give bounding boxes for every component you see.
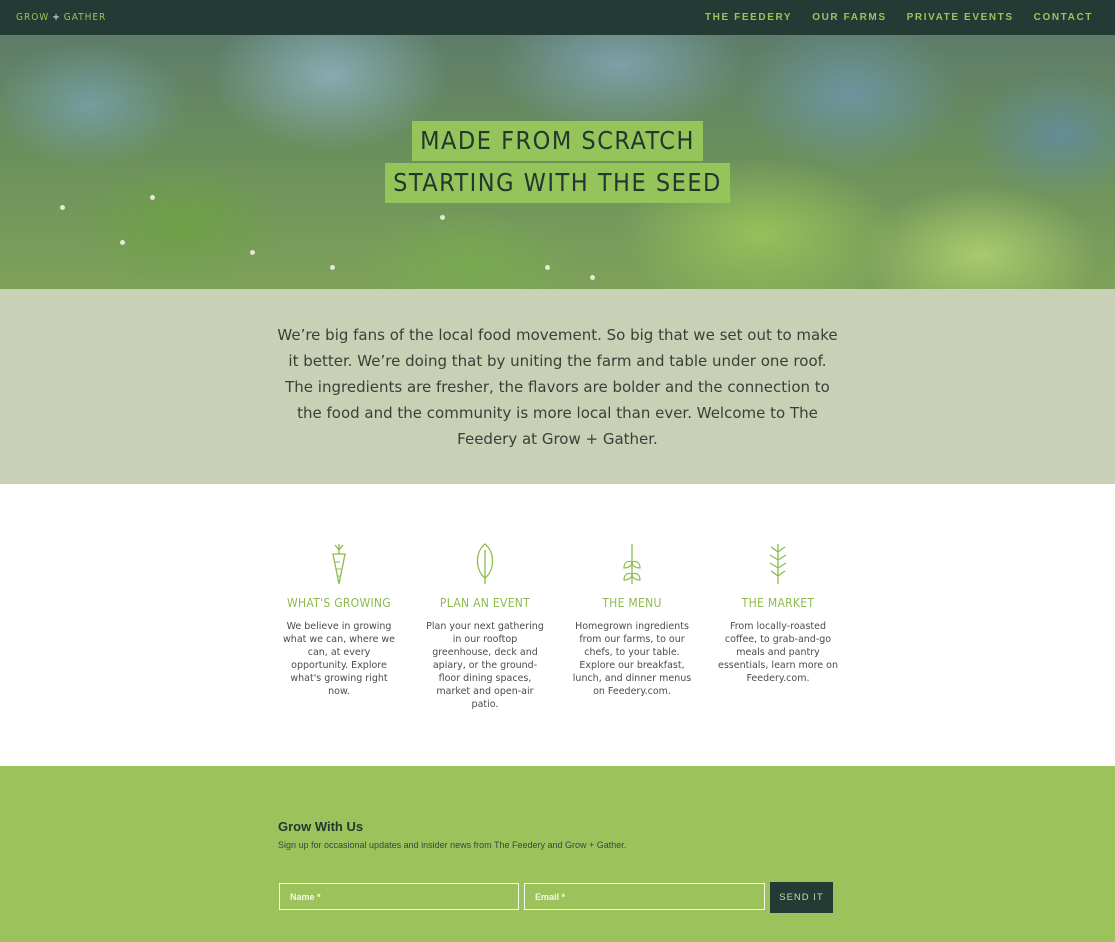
- feature-title: THE MARKET: [741, 596, 815, 610]
- logo-right-text: GATHER: [63, 12, 107, 23]
- name-input[interactable]: [279, 883, 519, 910]
- nav-link-contact[interactable]: CONTACT: [1034, 12, 1093, 23]
- logo[interactable]: GROW + GATHER: [16, 12, 106, 23]
- feature-the-menu[interactable]: THE MENU Homegrown ingredients from our …: [572, 542, 692, 698]
- logo-left-text: GROW: [16, 12, 50, 23]
- feature-description: We believe in growing what we can, where…: [283, 621, 395, 697]
- feature-whats-growing[interactable]: WHAT'S GROWING We believe in growing wha…: [279, 542, 399, 698]
- feature-plan-an-event[interactable]: PLAN AN EVENT Plan your next gathering i…: [425, 542, 545, 711]
- email-input[interactable]: [524, 883, 765, 910]
- newsletter-title: Grow With Us: [278, 819, 364, 834]
- nav-link-our-farms[interactable]: OUR FARMS: [812, 12, 886, 23]
- hero-headline-line-2: STARTING WITH THE SEED: [385, 163, 730, 203]
- wheat-icon: [769, 544, 787, 584]
- newsletter-section: Grow With Us Sign up for occasional upda…: [0, 766, 1115, 942]
- carrot-icon: [332, 544, 346, 585]
- feature-the-market[interactable]: THE MARKET From locally-roasted coffee, …: [718, 542, 838, 685]
- logo-plus-text: +: [52, 12, 61, 23]
- top-navbar: GROW + GATHER THE FEEDERY OUR FARMS PRIVAT…: [0, 0, 1115, 35]
- hero-banner: MADE FROM SCRATCH STARTING WITH THE SEED: [0, 35, 1115, 289]
- newsletter-subtitle: Sign up for occasional updates and insid…: [278, 840, 627, 850]
- flower-speck: [250, 250, 255, 255]
- feature-title: PLAN AN EVENT: [439, 596, 531, 610]
- flower-speck: [120, 240, 125, 245]
- flower-speck: [330, 265, 335, 270]
- hero-headline-line-1: MADE FROM SCRATCH: [412, 121, 703, 161]
- feature-title: WHAT'S GROWING: [287, 596, 391, 610]
- flower-speck: [545, 265, 550, 270]
- feature-description: Homegrown ingredients from our farms, to…: [572, 621, 692, 697]
- nav-link-private-events[interactable]: PRIVATE EVENTS: [907, 12, 1014, 23]
- hero-headline: MADE FROM SCRATCH STARTING WITH THE SEED: [0, 121, 1115, 203]
- flower-speck: [60, 205, 65, 210]
- feature-description: From locally-roasted coffee, to grab-and…: [718, 621, 838, 684]
- features-section: WHAT'S GROWING We believe in growing wha…: [0, 484, 1115, 766]
- nav-links: THE FEEDERY OUR FARMS PRIVATE EVENTS CON…: [705, 12, 1093, 23]
- send-it-button[interactable]: SEND IT: [770, 882, 833, 913]
- sprout-icon: [623, 544, 641, 584]
- flower-speck: [590, 275, 595, 280]
- feature-description: Plan your next gathering in our rooftop …: [426, 621, 544, 710]
- intro-section: We’re big fans of the local food movemen…: [0, 289, 1115, 484]
- feature-title: THE MENU: [602, 596, 662, 610]
- intro-paragraph: We’re big fans of the local food movemen…: [277, 325, 838, 448]
- flower-speck: [440, 215, 445, 220]
- nav-link-the-feedery[interactable]: THE FEEDERY: [705, 12, 792, 23]
- leaf-icon: [476, 543, 494, 584]
